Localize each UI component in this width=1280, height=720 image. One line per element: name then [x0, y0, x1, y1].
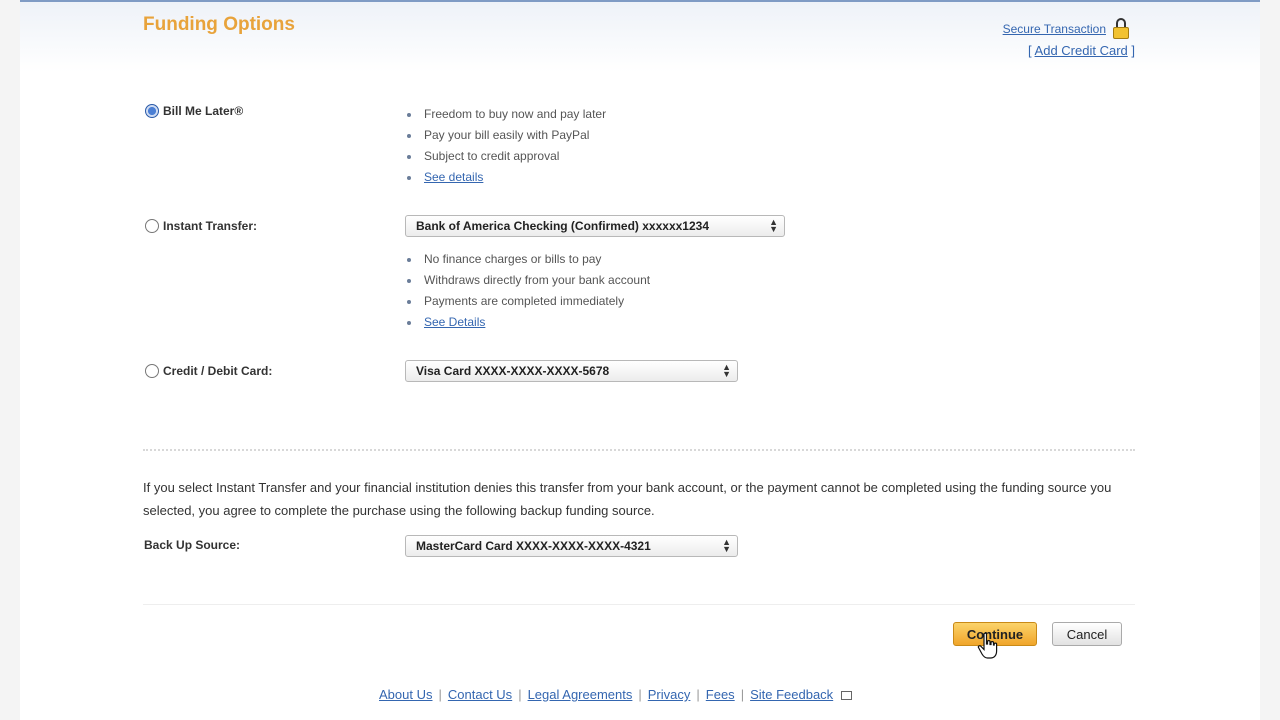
select-arrows-icon: ▲ ▼: [769, 217, 778, 234]
add-credit-card: [ Add Credit Card ]: [1028, 43, 1135, 58]
select-value: MasterCard Card XXXX-XXXX-XXXX-4321: [416, 539, 651, 553]
list-item: Subject to credit approval: [405, 146, 606, 167]
select-arrows-icon: ▲ ▼: [722, 362, 731, 379]
footer-divider: [143, 604, 1135, 605]
footer-privacy-link[interactable]: Privacy: [648, 687, 691, 702]
list-item: Payments are completed immediately: [405, 291, 650, 312]
footer-separator: |: [438, 687, 442, 702]
option-label: Bill Me Later®: [163, 104, 244, 118]
see-details-link[interactable]: See details: [424, 170, 483, 184]
footer-separator: |: [518, 687, 522, 702]
bracket-close: ]: [1127, 43, 1135, 58]
radio-instant-transfer[interactable]: [145, 219, 159, 233]
see-details-link[interactable]: See Details: [424, 315, 485, 329]
list-item: See details: [405, 167, 606, 188]
instant-transfer-features: No finance charges or bills to pay Withd…: [405, 249, 650, 333]
option-label: Instant Transfer:: [163, 219, 258, 233]
left-margin: [0, 0, 20, 720]
add-credit-card-link[interactable]: Add Credit Card: [1035, 43, 1128, 58]
cancel-button[interactable]: Cancel: [1052, 622, 1122, 646]
secure-transaction-link[interactable]: Secure Transaction: [1003, 22, 1106, 36]
footer-separator: |: [740, 687, 745, 702]
select-arrows-icon: ▲ ▼: [722, 537, 731, 554]
list-item: No finance charges or bills to pay: [405, 249, 650, 270]
option-bill-me-later[interactable]: Bill Me Later®: [145, 104, 243, 118]
option-credit-debit[interactable]: Credit / Debit Card:: [145, 364, 272, 378]
list-item: Withdraws directly from your bank accoun…: [405, 270, 650, 291]
footer-fees-link[interactable]: Fees: [706, 687, 735, 702]
footer-links: About Us | Contact Us | Legal Agreements…: [379, 687, 853, 702]
radio-credit-debit[interactable]: [145, 364, 159, 378]
select-value: Visa Card XXXX-XXXX-XXXX-5678: [416, 364, 610, 378]
radio-bill-me-later[interactable]: [145, 104, 159, 118]
footer-contact-link[interactable]: Contact Us: [448, 687, 512, 702]
footer-about-link[interactable]: About Us: [379, 687, 432, 702]
list-item: Pay your bill easily with PayPal: [405, 125, 606, 146]
footer-separator: |: [638, 687, 642, 702]
backup-source-select[interactable]: MasterCard Card XXXX-XXXX-XXXX-4321 ▲ ▼: [405, 535, 738, 557]
footer-feedback-link[interactable]: Site Feedback: [750, 687, 833, 702]
hand-cursor-icon: [977, 632, 998, 659]
external-window-icon: [841, 691, 853, 700]
list-item: Freedom to buy now and pay later: [405, 104, 606, 125]
option-instant-transfer[interactable]: Instant Transfer:: [145, 219, 257, 233]
bill-me-later-features: Freedom to buy now and pay later Pay you…: [405, 104, 606, 188]
card-select[interactable]: Visa Card XXXX-XXXX-XXXX-5678 ▲ ▼: [405, 360, 738, 382]
option-label: Credit / Debit Card:: [163, 364, 273, 378]
lock-icon: [1112, 18, 1130, 40]
footer-legal-link[interactable]: Legal Agreements: [528, 687, 633, 702]
page-title: Funding Options: [143, 14, 295, 35]
bank-account-select[interactable]: Bank of America Checking (Confirmed) xxx…: [405, 215, 785, 237]
secure-transaction: Secure Transaction: [1003, 18, 1130, 40]
list-item: See Details: [405, 312, 650, 333]
select-value: Bank of America Checking (Confirmed) xxx…: [416, 219, 709, 233]
backup-notice: If you select Instant Transfer and your …: [143, 480, 1112, 518]
right-margin: [1260, 0, 1280, 720]
section-divider: [143, 449, 1135, 451]
backup-source-label: Back Up Source:: [144, 538, 241, 552]
footer-separator: |: [696, 687, 700, 702]
